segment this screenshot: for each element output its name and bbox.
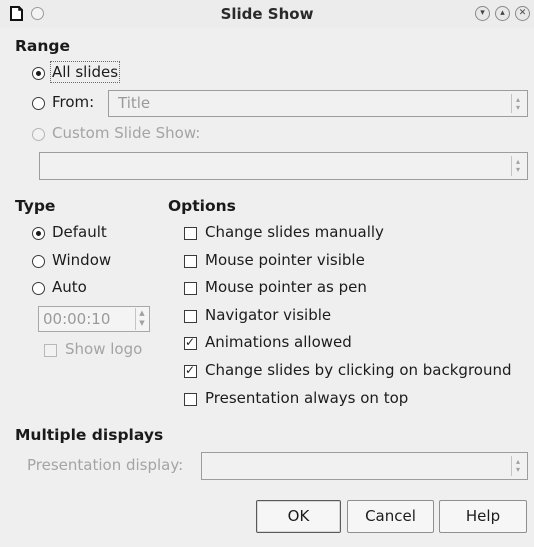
- change-slides-manually-label[interactable]: Change slides manually: [205, 223, 384, 241]
- from-label[interactable]: From:: [52, 93, 94, 111]
- custom-show-combobox[interactable]: ▴ ▾: [39, 152, 528, 180]
- all-slides-radio[interactable]: [32, 67, 45, 80]
- spin-arrows-icon: ▴ ▾: [511, 456, 524, 476]
- spin-arrows-icon[interactable]: ▲ ▼: [135, 308, 148, 330]
- from-combobox[interactable]: Title ▴ ▾: [108, 90, 528, 117]
- maximize-icon[interactable]: ▴: [495, 6, 510, 21]
- animations-allowed-label[interactable]: Animations allowed: [205, 333, 352, 351]
- change-slides-on-click-label[interactable]: Change slides by clicking on background: [205, 361, 512, 379]
- type-heading: Type: [15, 197, 56, 215]
- pause-duration-spinbox[interactable]: 00:00:10 ▲ ▼: [38, 306, 150, 332]
- from-value: Title: [118, 94, 151, 112]
- ok-button[interactable]: OK: [256, 500, 341, 533]
- always-on-top-checkbox[interactable]: [184, 393, 197, 406]
- from-radio[interactable]: [32, 97, 45, 110]
- spin-arrows-icon: ▴ ▾: [511, 94, 524, 113]
- change-slides-manually-checkbox[interactable]: [184, 227, 197, 240]
- navigator-visible-label[interactable]: Navigator visible: [205, 306, 331, 324]
- change-slides-on-click-checkbox[interactable]: [184, 363, 197, 378]
- pause-duration-value: 00:00:10: [43, 310, 111, 328]
- all-slides-label[interactable]: All slides: [49, 61, 121, 83]
- default-radio[interactable]: [32, 227, 45, 240]
- close-icon[interactable]: ✕: [515, 6, 530, 21]
- default-label[interactable]: Default: [52, 223, 107, 241]
- presentation-display-label: Presentation display:: [27, 456, 184, 474]
- mouse-pointer-visible-checkbox[interactable]: [184, 255, 197, 268]
- animations-allowed-checkbox[interactable]: [184, 335, 197, 350]
- custom-show-label[interactable]: Custom Slide Show:: [52, 124, 200, 142]
- auto-radio[interactable]: [32, 282, 45, 295]
- help-button[interactable]: Help: [439, 500, 527, 533]
- cancel-button[interactable]: Cancel: [347, 500, 434, 533]
- show-logo-label[interactable]: Show logo: [65, 340, 142, 358]
- window-radio[interactable]: [32, 255, 45, 268]
- options-heading: Options: [168, 197, 236, 215]
- navigator-visible-checkbox[interactable]: [184, 310, 197, 323]
- custom-show-radio[interactable]: [32, 128, 45, 141]
- window-title: Slide Show: [220, 5, 314, 23]
- show-logo-checkbox[interactable]: [44, 344, 57, 357]
- mouse-pointer-as-pen-label[interactable]: Mouse pointer as pen: [205, 278, 367, 296]
- auto-label[interactable]: Auto: [52, 278, 87, 296]
- window-label[interactable]: Window: [52, 251, 111, 269]
- presentation-display-combobox[interactable]: ▴ ▾: [201, 452, 528, 480]
- mouse-pointer-visible-label[interactable]: Mouse pointer visible: [205, 251, 365, 269]
- mouse-pointer-as-pen-checkbox[interactable]: [184, 282, 197, 295]
- spin-arrows-icon: ▴ ▾: [511, 156, 524, 176]
- always-on-top-label[interactable]: Presentation always on top: [205, 389, 408, 407]
- range-heading: Range: [15, 37, 71, 55]
- multiple-displays-heading: Multiple displays: [15, 426, 164, 444]
- minimize-icon[interactable]: ▾: [475, 6, 490, 21]
